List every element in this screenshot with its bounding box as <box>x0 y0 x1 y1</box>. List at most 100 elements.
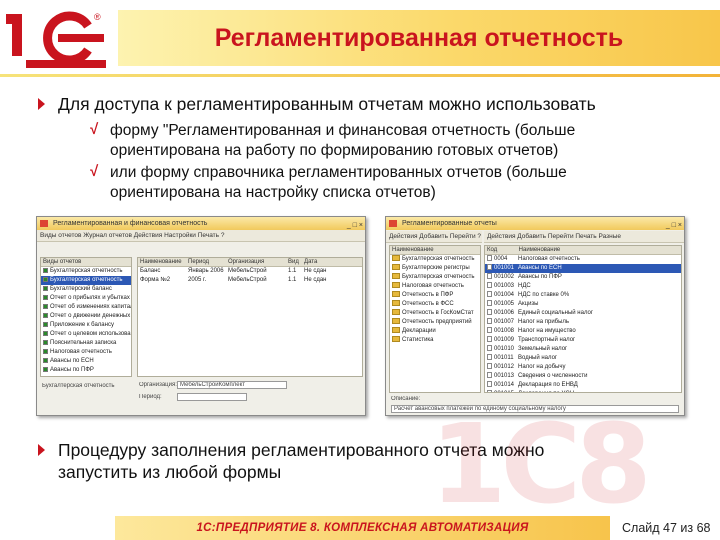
folder-label: Отчетность в ПФР <box>402 292 454 298</box>
item-code: 001003 <box>494 283 515 289</box>
tree-item-label: Отчет о движении денежных <box>50 313 131 319</box>
document-icon <box>487 255 492 262</box>
tree-item[interactable]: Отчет о целевом использовании <box>41 330 131 339</box>
folder-label: Отчетность предприятий <box>402 319 472 325</box>
table-cell: Не сдан <box>304 277 327 283</box>
checkbox[interactable] <box>43 312 48 318</box>
report-folders-tree[interactable]: Наименование Бухгалтерская отчетность Бух… <box>389 245 481 393</box>
reports-journal-table[interactable]: Наименование Период Организация Вид Дата Бал… <box>137 257 363 377</box>
folder-item[interactable]: Декларации <box>390 327 480 336</box>
checkbox[interactable] <box>43 303 48 309</box>
checkbox[interactable] <box>43 330 48 336</box>
sub-bullet-line: ориентирована на работу по формированию … <box>110 142 559 159</box>
checkbox[interactable] <box>43 375 48 376</box>
folder-item[interactable]: Бухгалтерские регистры <box>390 264 480 273</box>
checkbox[interactable] <box>43 339 48 345</box>
window-controls[interactable]: _ □ × <box>347 219 363 232</box>
folder-item[interactable]: Отчетность в ФСС <box>390 300 480 309</box>
period-field[interactable] <box>177 393 247 401</box>
folder-item[interactable]: Отчетность в ПФР <box>390 291 480 300</box>
list-item[interactable]: 001008 Налог на имущество <box>485 327 681 336</box>
document-icon <box>487 273 492 280</box>
folder-item[interactable]: Бухгалтерская отчетность <box>390 255 480 264</box>
list-item[interactable]: 0004 Налоговая отчетность <box>485 255 681 264</box>
table-row[interactable]: Баланс Январь 2006 МебельСтрой 1.1 Не сдан <box>138 267 362 276</box>
folder-item[interactable]: Отчетность в ГосКомСтат <box>390 309 480 318</box>
checkbox[interactable] <box>43 294 48 300</box>
list-item[interactable]: 001013 Сведения о численности <box>485 372 681 381</box>
tree-item[interactable]: Налоговая отчетность <box>41 348 131 357</box>
tree-item-label: Авансы по ПФР <box>50 367 94 373</box>
folder-label: Статистика <box>402 337 434 343</box>
window-title-bar: Регламентированная и финансовая отчетнос… <box>37 217 365 230</box>
reports-list-table[interactable]: Код Наименование 0004 Налоговая отчетност… <box>484 245 682 393</box>
items-toolbar[interactable]: Действия Добавить Перейти Печать Разные <box>484 231 684 243</box>
list-item[interactable]: 001014 Декларация по ЕНВД <box>485 381 681 390</box>
checkbox[interactable] <box>43 357 48 363</box>
tree-item-label: Бухгалтерский баланс <box>50 286 112 292</box>
table-row[interactable]: Форма №2 2005 г. МебельСтрой 1.1 Не сдан <box>138 276 362 285</box>
folder-label: Бухгалтерская отчетность <box>402 256 475 262</box>
item-name: НДС <box>518 283 531 289</box>
window-toolbar[interactable]: Виды отчетов Журнал отчетов Действия Нас… <box>37 230 365 242</box>
tree-item[interactable]: Пояснительная записка <box>41 339 131 348</box>
checkbox[interactable] <box>43 321 48 327</box>
footer-band: 1С:ПРЕДПРИЯТИЕ 8. КОМПЛЕКСНАЯ АВТОМАТИЗА… <box>115 516 610 540</box>
list-item[interactable]: 001001 Авансы по ЕСН <box>485 264 681 273</box>
tree-item[interactable]: Отчет об изменениях капитала <box>41 303 131 312</box>
tree-item[interactable]: Отчет о движении денежных <box>41 312 131 321</box>
report-types-tree[interactable]: Виды отчетов Бухгалтерская отчетность Бух… <box>40 257 132 377</box>
filter-label: Организация: <box>139 382 177 388</box>
list-item[interactable]: 001002 Авансы по ПФР <box>485 273 681 282</box>
checkbox[interactable] <box>43 348 48 354</box>
list-item[interactable]: 001006 Единый социальный налог <box>485 309 681 318</box>
tree-item-label: Налоговая отчетность <box>50 349 112 355</box>
list-item[interactable]: 001011 Водный налог <box>485 354 681 363</box>
list-item[interactable]: 001009 Транспортный налог <box>485 336 681 345</box>
tree-item[interactable]: Приложение к балансу <box>41 321 131 330</box>
regulated-reports-catalog-window: Регламентированные отчеты _ □ × Действия… <box>385 216 685 416</box>
list-item[interactable]: 001010 Земельный налог <box>485 345 681 354</box>
list-item[interactable]: 001012 Налог на добычу <box>485 363 681 372</box>
list-item[interactable]: 001003 НДС <box>485 282 681 291</box>
checkbox[interactable] <box>43 276 48 282</box>
tree-header: Наименование <box>390 246 480 255</box>
tree-item[interactable]: Авансы по ПФР <box>41 366 131 375</box>
item-name: Водный налог <box>518 355 558 361</box>
list-item[interactable]: 001015Декларация по УСН <box>485 390 681 392</box>
list-item[interactable]: 001007 Налог на прибыль <box>485 318 681 327</box>
tree-item[interactable]: НДС <box>41 375 131 376</box>
folder-item[interactable]: Отчетность предприятий <box>390 318 480 327</box>
item-code: 001014 <box>494 382 515 388</box>
folder-icon <box>392 327 400 334</box>
watermark-logo: 1С8 <box>430 400 652 520</box>
organization-field[interactable]: МебельСтройКомплект <box>177 381 287 389</box>
list-item[interactable]: 001005 Акцизы <box>485 300 681 309</box>
item-name: Налог на имущество <box>518 328 576 334</box>
tree-item[interactable]: Бухгалтерский баланс <box>41 285 131 294</box>
bullet-arrow-icon <box>38 444 45 456</box>
document-icon <box>487 282 492 289</box>
check-icon: √ <box>90 121 99 138</box>
tree-item[interactable]: Бухгалтерская отчетность <box>41 267 131 276</box>
folder-item[interactable]: Бухгалтерская отчетность <box>390 273 480 282</box>
table-cell: Не сдан <box>304 268 327 274</box>
description-label: Описание: <box>391 396 421 402</box>
tree-footer-note: Бухгалтерская отчетность <box>42 383 115 389</box>
folder-item[interactable]: Статистика <box>390 336 480 345</box>
list-item[interactable]: 001004 НДС по ставке 0% <box>485 291 681 300</box>
checkbox[interactable] <box>43 285 48 291</box>
tree-item-label: Отчет о прибылях и убытках <box>50 295 130 301</box>
folders-toolbar[interactable]: Действия Добавить Перейти ? <box>386 231 482 243</box>
column-header: Организация <box>228 259 265 265</box>
tree-item-label: Отчет об изменениях капитала <box>50 304 131 310</box>
folder-item[interactable]: Налоговая отчетность <box>390 282 480 291</box>
sub-bullet-line: форму "Регламентированная и финансовая о… <box>110 122 576 139</box>
bullet-arrow-icon <box>38 98 45 110</box>
tree-item[interactable]: Бухгалтерская отчетность <box>41 276 131 285</box>
checkbox[interactable] <box>43 366 48 372</box>
tree-item[interactable]: Авансы по ЕСН <box>41 357 131 366</box>
checkbox[interactable] <box>43 267 48 273</box>
document-icon <box>487 318 492 325</box>
tree-item[interactable]: Отчет о прибылях и убытках <box>41 294 131 303</box>
